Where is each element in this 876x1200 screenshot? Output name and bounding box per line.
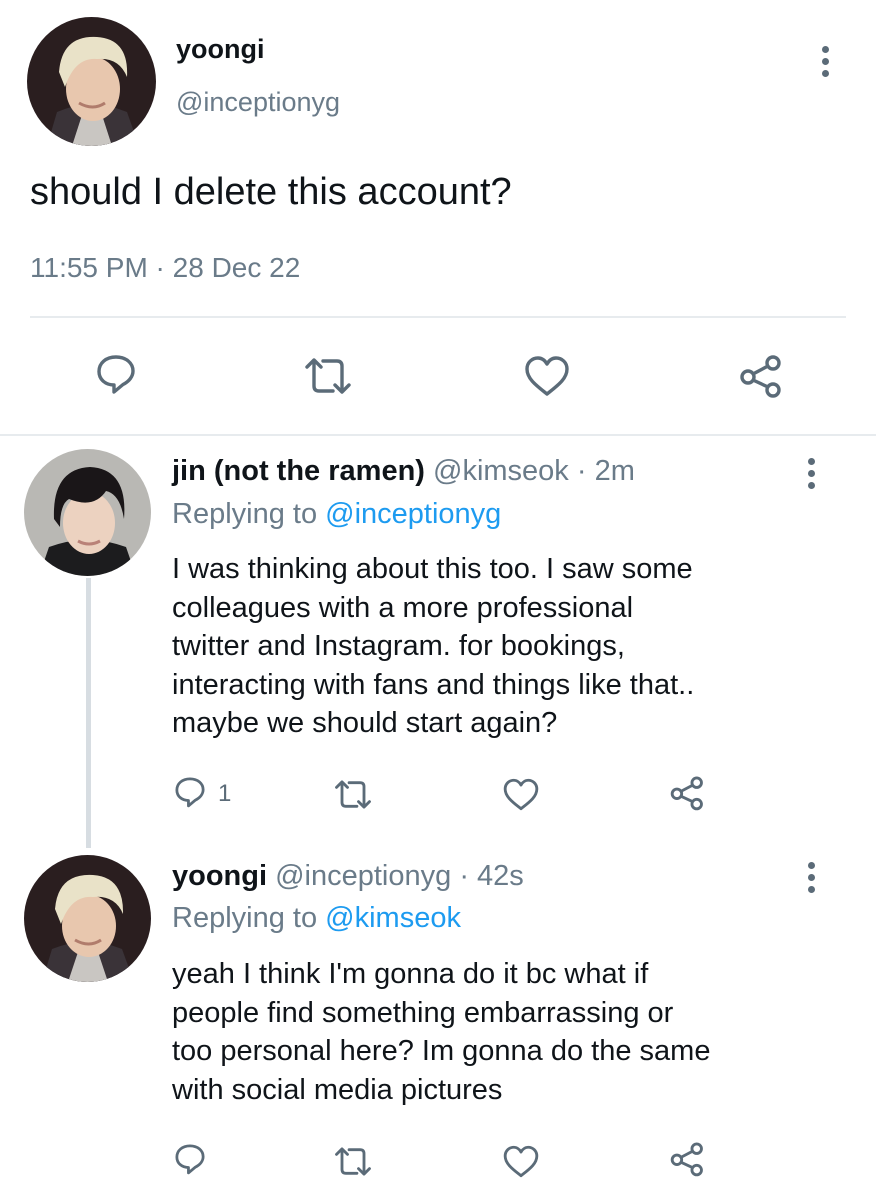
share-icon	[740, 355, 781, 398]
retweet-icon	[335, 780, 371, 809]
divider	[30, 316, 846, 318]
like-icon	[503, 778, 539, 811]
retweet-button[interactable]	[333, 1145, 373, 1178]
reply-text: I was thinking about this too. I saw som…	[172, 550, 694, 743]
share-icon	[670, 776, 703, 811]
reply-button[interactable]	[173, 775, 207, 809]
share-button[interactable]	[669, 774, 707, 812]
avatar[interactable]	[27, 17, 156, 146]
more-icon	[807, 862, 815, 869]
like-button[interactable]	[502, 777, 540, 812]
like-icon	[503, 1145, 539, 1178]
reply-icon	[175, 777, 205, 808]
reply-text-line: yeah I think I'm gonna do it bc what if	[172, 958, 649, 990]
retweet-icon	[305, 358, 351, 394]
more-icon	[821, 46, 829, 53]
thread-line	[86, 578, 91, 848]
author-handle[interactable]: @inceptionyg · 42s	[275, 860, 524, 892]
reply-text-line: too personal here? Im gonna do the same	[172, 1035, 711, 1067]
avatar[interactable]	[24, 855, 151, 982]
author-handle[interactable]: @kimseok · 2m	[433, 455, 635, 487]
replying-to-link[interactable]: @kimseok	[325, 902, 461, 934]
retweet-button[interactable]	[333, 778, 373, 811]
replying-to-label: Replying to	[172, 498, 326, 530]
replying-to-label: Replying to	[172, 902, 326, 934]
share-button[interactable]	[738, 352, 786, 400]
share-button[interactable]	[669, 1140, 707, 1178]
reply-text-line: twitter and Instagram. for bookings,	[172, 630, 625, 662]
more-icon	[807, 458, 815, 465]
reply-count: 1	[218, 780, 232, 807]
avatar[interactable]	[24, 449, 151, 576]
more-options-button[interactable]	[819, 46, 831, 82]
retweet-button[interactable]	[303, 355, 353, 397]
like-button[interactable]	[523, 354, 571, 398]
like-icon	[525, 356, 569, 396]
replying-to-link[interactable]: @inceptionyg	[325, 498, 501, 530]
replying-to: Replying to @inceptionyg	[172, 498, 501, 531]
reply-icon	[97, 355, 135, 394]
reply-text-line: maybe we should start again?	[172, 707, 558, 739]
retweet-icon	[335, 1147, 371, 1176]
reply-text-line: colleagues with a more professional	[172, 591, 634, 624]
reply-button[interactable]	[94, 352, 138, 396]
reply-button[interactable]	[173, 1142, 207, 1176]
reply-text-line: interacting with fans and things like th…	[172, 668, 695, 701]
reply-header: jin (not the ramen) @kimseok · 2m	[172, 455, 635, 488]
author-name[interactable]: jin (not the ramen)	[172, 455, 425, 487]
more-options-button[interactable]	[805, 458, 817, 494]
author-name[interactable]: yoongi	[176, 34, 265, 65]
reply-icon	[175, 1144, 205, 1175]
reply-text-line: I was thinking about this too. I saw som…	[172, 553, 693, 585]
more-options-button[interactable]	[805, 862, 817, 898]
reply-header: yoongi @inceptionyg · 42s	[172, 860, 524, 893]
tweet-timestamp: 11:55 PM · 28 Dec 22	[30, 252, 301, 283]
share-icon	[670, 1142, 703, 1177]
reply-text-line: with social media pictures	[172, 1073, 503, 1106]
author-handle[interactable]: @inceptionyg	[176, 87, 340, 118]
divider	[0, 434, 876, 436]
reply-text-line: people find something embarrassing or	[172, 996, 674, 1029]
reply-text: yeah I think I'm gonna do it bc what if …	[172, 955, 710, 1109]
author-name[interactable]: yoongi	[172, 860, 267, 892]
tweet-text: should I delete this account?	[30, 171, 512, 213]
replying-to: Replying to @kimseok	[172, 902, 461, 935]
like-button[interactable]	[502, 1144, 540, 1179]
